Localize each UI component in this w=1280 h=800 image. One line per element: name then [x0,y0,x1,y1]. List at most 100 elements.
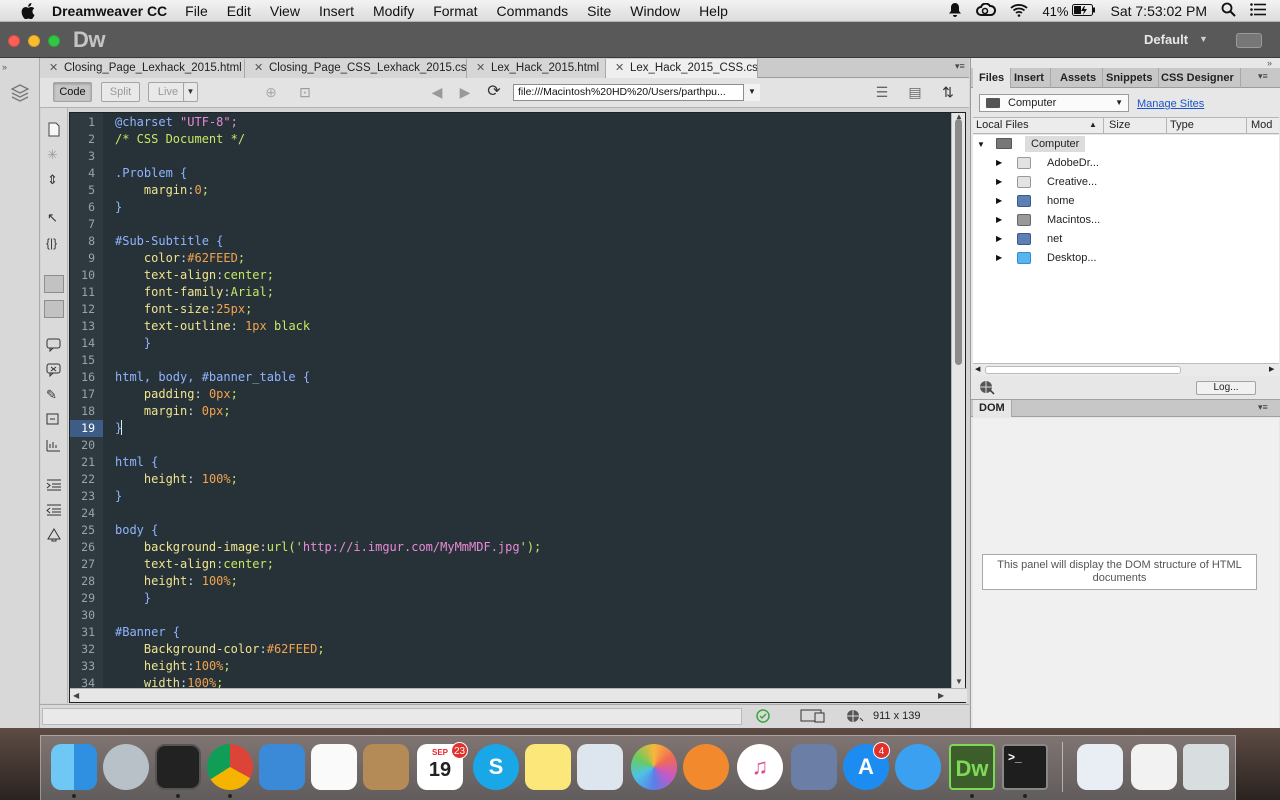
menu-modify[interactable]: Modify [373,3,414,19]
tab-lex-hack-html[interactable]: ✕ Lex_Hack_2015.html [467,59,606,78]
line-number[interactable]: 32 [65,641,95,658]
globe-icon[interactable] [846,709,864,723]
collapsed-arrow-icon[interactable]: ▶ [996,173,1002,191]
line-number[interactable]: 9 [65,250,95,267]
code-line[interactable]: } [115,199,122,216]
code-line[interactable]: @charset "UTF-8"; [115,114,238,131]
creative-cloud-icon[interactable] [976,2,997,20]
menu-commands[interactable]: Commands [497,3,569,19]
workspace-switcher[interactable]: Default [1144,32,1188,47]
line-number[interactable]: 6 [65,199,95,216]
notes-icon[interactable] [525,744,571,790]
collapsed-arrow-icon[interactable]: ▶ [996,249,1002,267]
apple-icon[interactable] [20,2,36,19]
expand-panel-icon[interactable]: » [2,62,7,72]
live-options-dropdown[interactable]: ▼ [183,82,198,102]
tabs-overflow-icon[interactable]: ▾≡ [955,61,965,72]
line-number[interactable]: 13 [65,318,95,335]
skype-icon[interactable]: S [473,744,519,790]
manage-sites-link[interactable]: Manage Sites [1137,98,1204,110]
collapsed-arrow-icon[interactable]: ▶ [996,154,1002,172]
itunes-icon[interactable]: ♫ [737,744,783,790]
column-size[interactable]: Size [1109,119,1130,131]
menu-view[interactable]: View [270,3,300,19]
remove-comment-icon[interactable] [46,363,62,378]
code-line[interactable]: text-outline: 1px black [115,318,310,335]
collapsed-arrow-icon[interactable]: ▶ [996,192,1002,210]
code-text-area[interactable]: @charset "UTF-8";/* CSS Document */ .Prob… [115,113,945,688]
sync-settings-icon[interactable] [1236,33,1262,48]
photo-booth-icon[interactable] [155,744,201,790]
line-number[interactable]: 2 [65,131,95,148]
line-number[interactable]: 27 [65,556,95,573]
code-line[interactable]: Background-color:#62FEED; [115,641,325,658]
tree-item[interactable]: ▶ AdobeDr... [973,154,1279,172]
outdent-code-icon[interactable] [46,503,62,517]
line-number[interactable]: 28 [65,573,95,590]
close-tab-icon[interactable]: ✕ [254,59,263,78]
line-number[interactable]: 31 [65,624,95,641]
sort-ascending-icon[interactable]: ▲ [1089,120,1097,129]
line-number[interactable]: 23 [65,488,95,505]
log-button[interactable]: Log... [1196,381,1256,395]
open-documents-icon[interactable] [47,122,61,137]
line-number[interactable]: 15 [65,352,95,369]
ibooks-icon[interactable] [683,744,729,790]
collapse-selection-icon[interactable]: ⇕ [47,173,61,187]
column-local-files[interactable]: Local Files [976,119,1029,131]
line-numbers-icon[interactable] [44,275,64,293]
code-line[interactable]: height:100%; [115,658,231,675]
notification-bell-icon[interactable] [948,2,962,21]
notification-center-icon[interactable] [1250,3,1266,19]
forward-arrow-icon[interactable]: ▶ [456,84,474,100]
scroll-left-icon[interactable]: ◀ [975,365,980,373]
line-number[interactable]: 3 [65,148,95,165]
refresh-icon[interactable]: ⟳ [485,84,503,100]
reminders-icon[interactable] [311,744,357,790]
code-line[interactable]: font-size:25px; [115,301,252,318]
code-navigator-icon[interactable]: ☰ [873,84,891,100]
word-wrap-icon[interactable] [44,300,64,318]
scroll-up-icon[interactable]: ▲ [955,112,963,121]
app-menu[interactable]: Dreamweaver CC [52,3,167,19]
balance-braces-icon[interactable]: {|} [46,236,62,250]
photos-icon[interactable] [631,744,677,790]
menu-edit[interactable]: Edit [227,3,251,19]
safari-icon[interactable] [895,744,941,790]
code-line[interactable]: /* CSS Document */ [115,131,245,148]
chevron-down-icon[interactable]: ▼ [1115,95,1123,111]
tab-lex-hack-css[interactable]: ✕ Lex_Hack_2015_CSS.css [606,59,758,78]
horizontal-scroll-thumb[interactable] [985,366,1181,374]
tab-snippets[interactable]: Snippets [1100,68,1160,88]
line-number[interactable]: 18 [65,403,95,420]
tree-item[interactable]: ▶ home [973,192,1279,210]
insert-panel-icon[interactable] [9,82,31,104]
code-line[interactable]: } [115,590,151,607]
collapsed-arrow-icon[interactable]: ▶ [996,211,1002,229]
tree-item[interactable]: ▶ Creative... [973,173,1279,191]
get-put-icon[interactable]: ⇅ [939,84,957,100]
expanded-arrow-icon[interactable]: ▼ [977,136,985,154]
clock[interactable]: Sat 7:53:02 PM [1110,3,1207,19]
code-line[interactable]: height: 100%; [115,573,238,590]
code-line[interactable]: margin: 0px; [115,403,231,420]
code-line[interactable]: padding: 0px; [115,386,238,403]
split-view-button[interactable]: Split [101,82,140,102]
apply-comment-icon[interactable] [46,338,62,353]
documents-stack-icon[interactable] [1077,744,1123,790]
line-number[interactable]: 19 [70,420,103,437]
line-number[interactable]: 33 [65,658,95,675]
code-line[interactable]: margin:0; [115,182,209,199]
code-line[interactable]: } [115,335,151,352]
collapsed-arrow-icon[interactable]: ▶ [996,230,1002,248]
preview-app-icon[interactable] [577,744,623,790]
minimize-window-button[interactable] [28,35,40,47]
line-number[interactable]: 12 [65,301,95,318]
horizontal-scrollbar[interactable]: ◀ ▶ [70,688,967,702]
move-css-icon[interactable] [46,438,62,452]
code-line[interactable]: html { [115,454,158,471]
line-number[interactable]: 7 [65,216,95,233]
scroll-left-icon[interactable]: ◀ [73,691,79,700]
tab-assets[interactable]: Assets [1054,68,1104,88]
inspect-icon[interactable]: ⊕ [262,84,280,100]
